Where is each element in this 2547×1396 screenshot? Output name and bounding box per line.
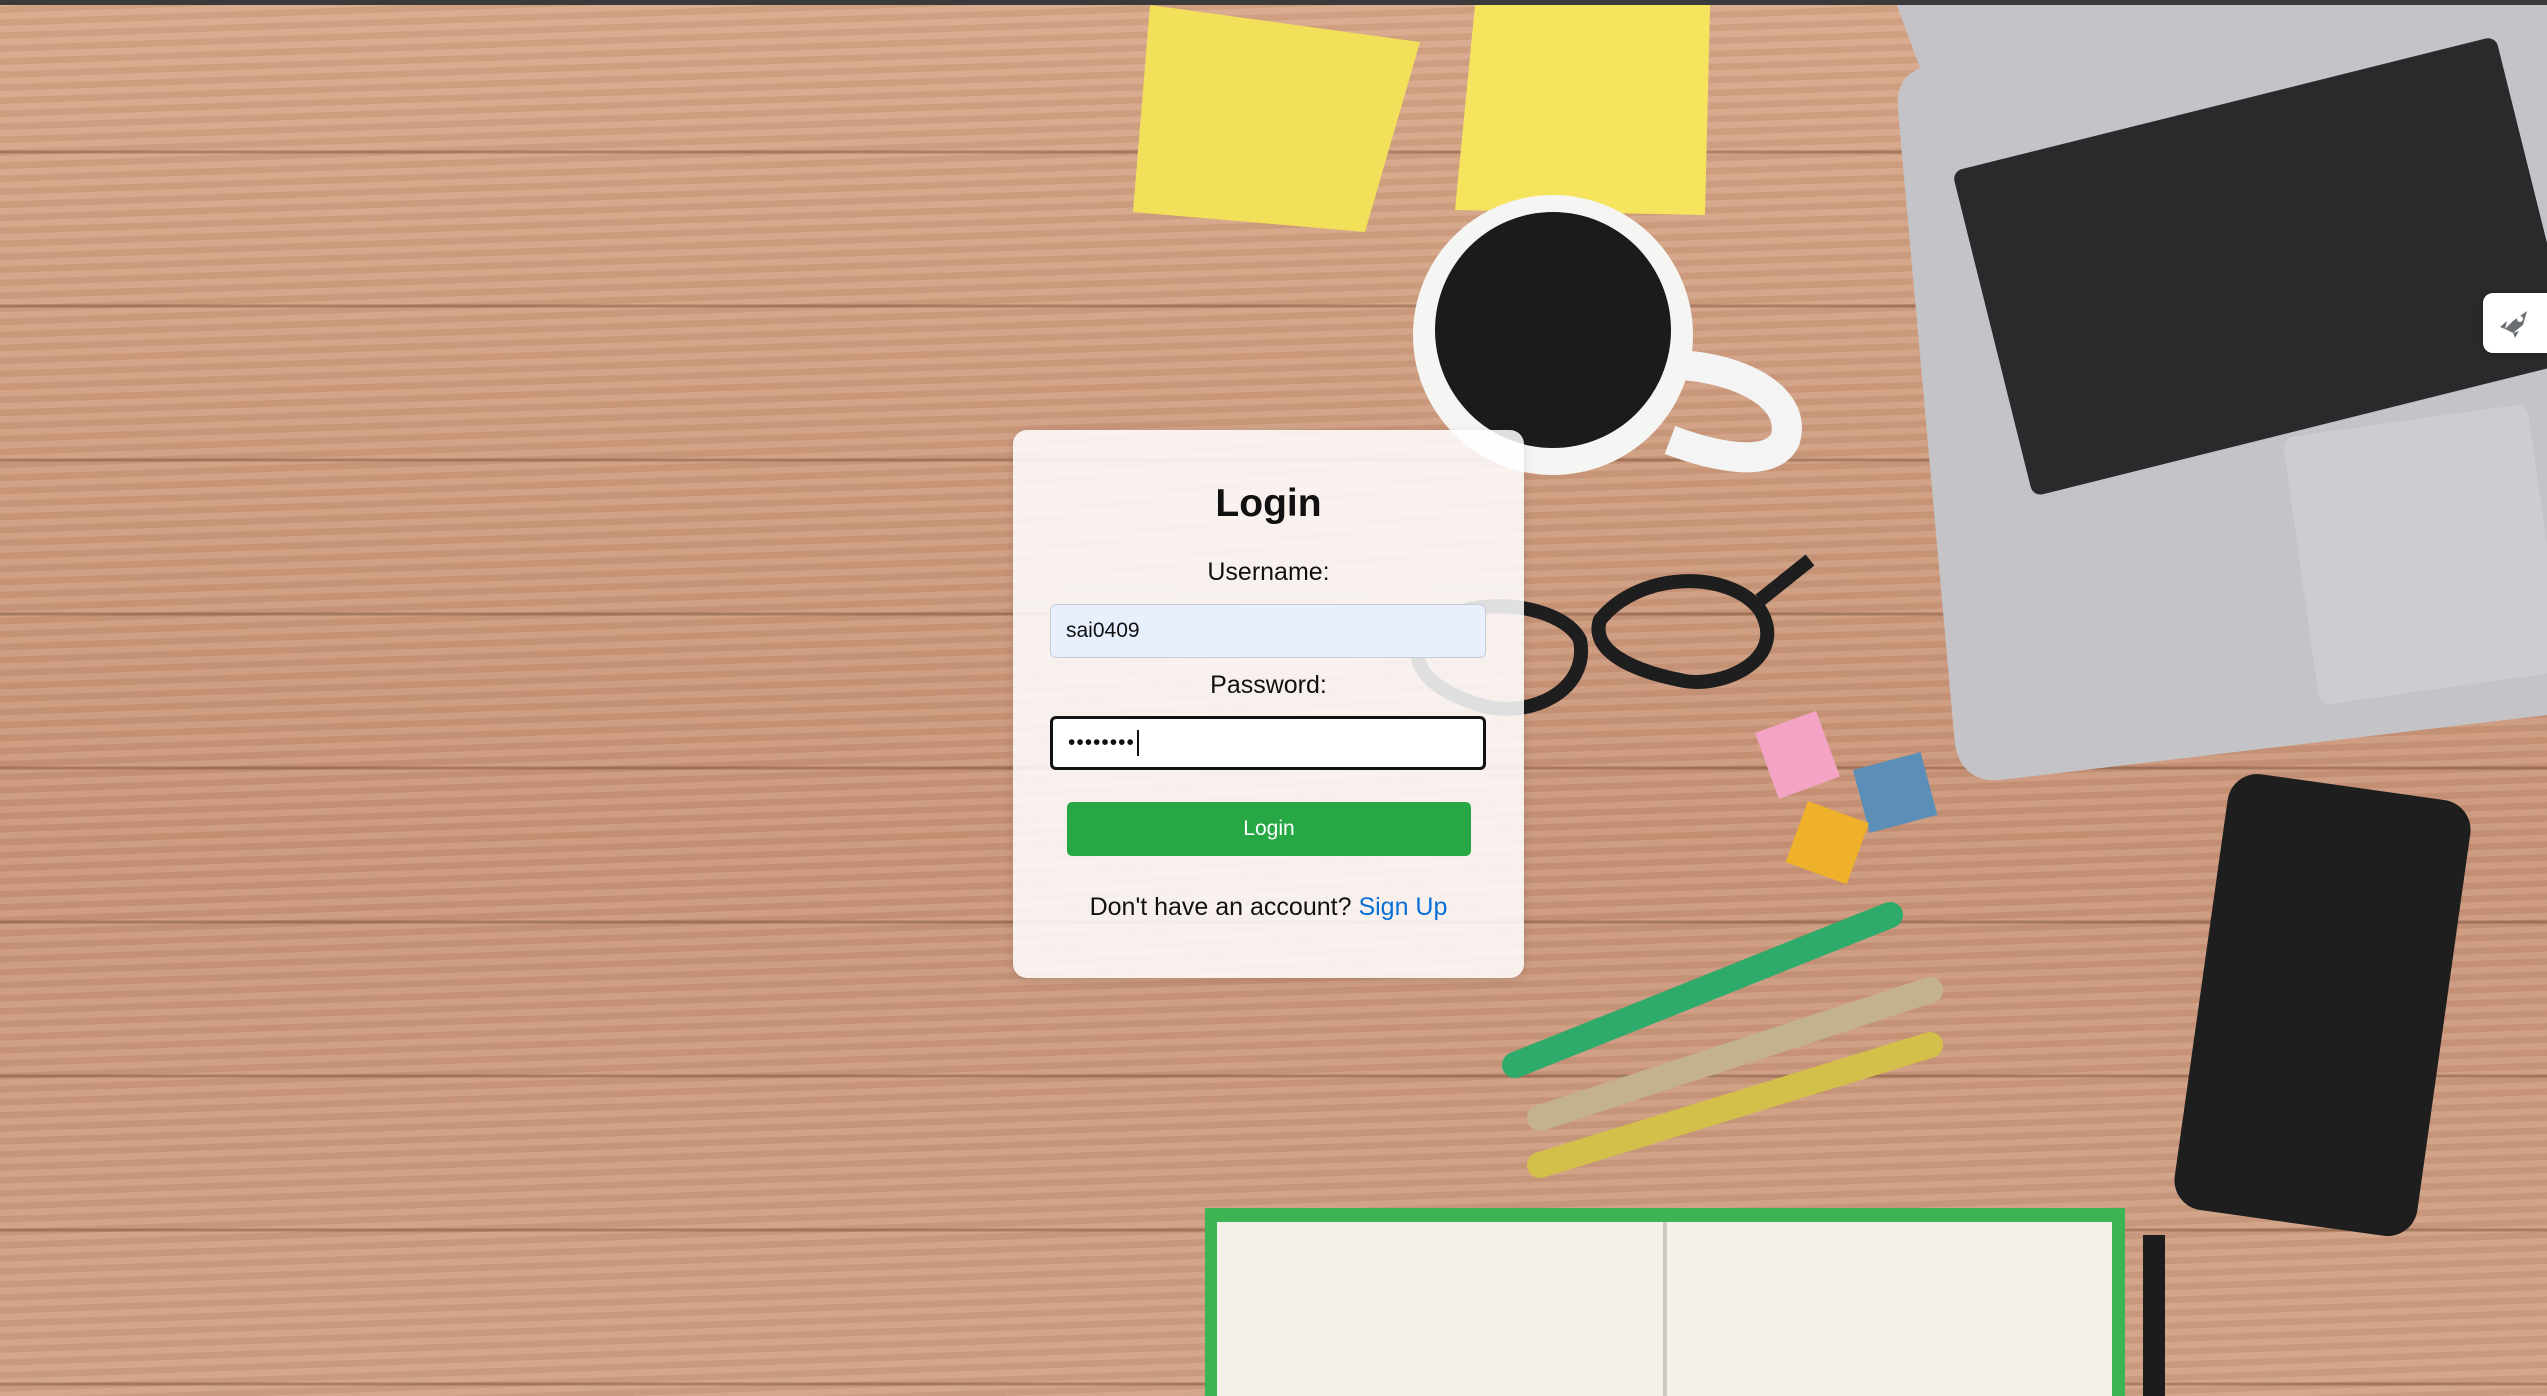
- open-notebook: [1205, 1208, 2125, 1396]
- smartphone: [2174, 774, 2471, 1237]
- signup-link[interactable]: Sign Up: [1358, 893, 1447, 921]
- top-edge-bar: [0, 0, 2547, 5]
- sticky-notes: [1133, 5, 1710, 232]
- username-value: sai0409: [1066, 619, 1140, 642]
- login-title: Login: [1215, 482, 1322, 525]
- signup-prompt-line: Don't have an account? Sign Up: [1013, 893, 1524, 922]
- binder-clips: [1754, 710, 1938, 885]
- password-input[interactable]: ••••••••: [1050, 716, 1486, 770]
- username-label: Username:: [1207, 558, 1330, 586]
- password-value: ••••••••: [1068, 731, 1135, 754]
- text-caret: [1136, 730, 1139, 757]
- rocket-icon: [2500, 311, 2527, 338]
- password-label: Password:: [1210, 671, 1327, 699]
- login-button[interactable]: Login: [1067, 802, 1471, 856]
- pen: [2143, 1235, 2165, 1396]
- login-card: Login Username: sai0409 Password: ••••••…: [1013, 430, 1524, 978]
- laptop: [1895, 0, 2547, 781]
- markers: [1502, 902, 1943, 1178]
- username-input[interactable]: sai0409: [1050, 604, 1486, 658]
- signup-prompt: Don't have an account?: [1089, 893, 1352, 921]
- side-widget-button[interactable]: [2483, 293, 2547, 353]
